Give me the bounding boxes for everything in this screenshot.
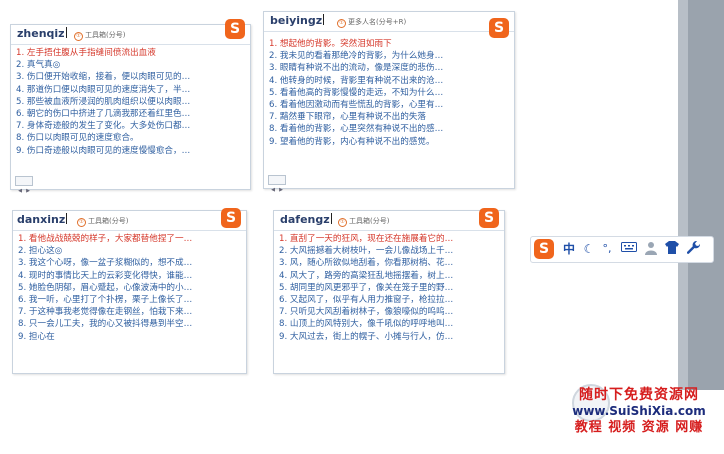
candidate-item[interactable]: 9. 大风过去，街上的幌子、小摊与行人，仿… [279,331,504,343]
user-icon[interactable] [643,241,659,257]
candidate-item[interactable]: 1. 看他战战兢兢的样子，大家都替他捏了一… [18,233,246,245]
page-arrows[interactable]: ◀ ▶ [15,176,33,194]
ime-candidate-window-1: zhenqiz ① 工具箱(分号) S 1. 左手捂住腹从手指缝间偾流出血液 2.… [10,19,251,194]
toolbox-hint[interactable]: ① 工具箱(分号) [338,216,389,227]
watermark-title: 随时下免费资源网 [579,387,699,403]
next-page-icon[interactable]: ▶ [277,186,285,194]
pinyin-input[interactable]: dafengz [280,213,332,226]
candidate-item[interactable]: 7. 黯然垂下眼帘，心里有种说不出的失落 [269,111,514,123]
more-names-hint[interactable]: ① 更多人名(分号+R) [337,17,406,28]
candidate-item[interactable]: 9. 伤口奇迹般以肉眼可见的速度慢慢愈合，… [16,145,250,157]
pinyin-input[interactable]: zhenqiz [17,27,67,40]
ime-composition-bar: zhenqiz ① 工具箱(分号) S [11,19,250,45]
candidate-item[interactable]: 3. 眼睛有种说不出的流动，像是深度的悲伤… [269,62,514,74]
candidate-item[interactable]: 2. 真气真◎ [16,59,250,71]
candidate-item[interactable]: 8. 伤口以肉眼可见的速度愈合。 [16,132,250,144]
prev-page-icon[interactable]: ◀ [269,186,277,194]
candidate-list: 1. 直刮了一天的狂风，现在还在施展着它的… 2. 大风摇撼着大树枝叶，一会儿像… [274,231,504,343]
sogou-logo-icon: S [225,19,245,39]
candidate-item[interactable]: 5. 胡同里的风更邪乎了，像关在笼子里的野… [279,282,504,294]
candidate-item[interactable]: 8. 只一会儿工夫，我的心又被抖得悬到半空… [18,318,246,330]
ime-candidate-window-3: danxinz ① 工具箱(分号) S 1. 看他战战兢兢的样子，大家都替他捏了一… [12,208,247,374]
candidate-item[interactable]: 5. 她脸色阴郁，眉心蹙起，心像波涛中的小… [18,282,246,294]
candidate-list: 1. 想起他的背影。突然泪如雨下 2. 我未见的看着那绝冷的背影，为什么她身… … [264,32,514,148]
candidate-list: 1. 看他战战兢兢的样子，大家都替他捏了一… 2. 担心这◎ 3. 我这个心呀，… [13,231,246,343]
ime-status-toolbar: S 中 ☾ °, [530,236,714,263]
keyboard-icon[interactable] [619,241,639,257]
page-arrows[interactable]: ◀ ▶ [268,175,286,193]
candidate-item[interactable]: 2. 担心这◎ [18,245,246,257]
sogou-logo-icon: S [479,208,499,228]
candidate-item[interactable]: 5. 看着他高的背影慢慢的走远，不知为什么… [269,87,514,99]
chinese-mode-toggle[interactable]: 中 [561,241,577,257]
candidate-list: 1. 左手捂住腹从手指缝间偾流出血液 2. 真气真◎ 3. 伤口便开始收缩，接着… [11,45,250,157]
candidate-item[interactable]: 8. 山顶上的风特别大，像千吼似的呼呼地叫… [279,318,504,330]
punctuation-icon[interactable]: °, [599,241,615,257]
candidate-item[interactable]: 2. 大风摇撼着大树枝叶，一会儿像战场上千… [279,245,504,257]
ime-candidate-window-2: beiyingz ① 更多人名(分号+R) S 1. 想起他的背影。突然泪如雨下 … [263,11,515,193]
shirt-icon[interactable] [663,241,681,257]
candidate-item[interactable]: 1. 直刮了一天的狂风，现在还在施展着它的… [279,233,504,245]
candidate-item[interactable]: 7. 只听见大风刮着树林子，像狼嚎似的呜呜… [279,306,504,318]
candidate-item[interactable]: 7. 身体奇迹般的发生了变化。大多处伤口都… [16,120,250,132]
watermark-tagline: 教程 视频 资源 网赚 [574,420,704,435]
candidate-item[interactable]: 6. 又起风了，似乎有人用力推窗子，枪拉拉… [279,294,504,306]
sogou-logo-icon[interactable]: S [534,239,554,259]
toolbox-hint[interactable]: ① 工具箱(分号) [77,216,128,227]
candidate-item[interactable]: 1. 左手捂住腹从手指缝间偾流出血液 [16,47,250,59]
candidate-item[interactable]: 4. 风大了，路旁的高梁狂乱地摇摆着，树上… [279,270,504,282]
candidate-item[interactable]: 4. 现时的事情比天上的云彩变化得快，谁能… [18,270,246,282]
next-page-icon[interactable]: ▶ [24,187,32,195]
ime-composition-bar: dafengz ① 工具箱(分号) S [274,208,504,231]
sogou-logo-icon: S [489,18,509,38]
moon-icon[interactable]: ☾ [581,241,597,257]
candidate-item[interactable]: 4. 他转身的时候，背影里有种说不出来的沧… [269,75,514,87]
ime-composition-bar: beiyingz ① 更多人名(分号+R) S [264,12,514,38]
ime-composition-bar: danxinz ① 工具箱(分号) S [13,208,246,231]
wrench-icon[interactable] [685,240,703,257]
candidate-item[interactable]: 3. 我这个心呀，像一盆子浆糊似的，想不成… [18,257,246,269]
candidate-item[interactable]: 3. 风，随心所欲似地刮着，你看那树梢、花… [279,257,504,269]
candidate-item[interactable]: 8. 看着他的背影，心里突然有种说不出的感… [269,123,514,135]
prev-page-icon[interactable]: ◀ [16,187,24,195]
sogou-logo-icon: S [221,208,241,228]
candidate-item[interactable]: 2. 我未见的看着那绝冷的背影，为什么她身… [269,50,514,62]
background-panel [678,0,724,390]
pinyin-input[interactable]: danxinz [17,213,68,226]
candidate-item[interactable]: 9. 担心在 [18,331,246,343]
candidate-item[interactable]: 1. 想起他的背影。突然泪如雨下 [269,38,514,50]
pinyin-input[interactable]: beiyingz [270,14,325,27]
watermark-url: www.SuiShiXia.com [572,404,706,418]
candidate-item[interactable]: 9. 望着他的背影，内心有种说不出的感觉。 [269,136,514,148]
ime-candidate-window-4: dafengz ① 工具箱(分号) S 1. 直刮了一天的狂风，现在还在施展着它的… [273,208,505,374]
candidate-item[interactable]: 4. 那道伤口便以肉眼可见的速度消失了，半… [16,84,250,96]
candidate-item[interactable]: 3. 伤口便开始收缩，接着，便以肉眼可见的… [16,71,250,83]
candidate-item[interactable]: 7. 于这种事我老觉得像在走钢丝，怕栽下来… [18,306,246,318]
candidate-item[interactable]: 5. 那些被血液所浸润的肌肉组织以便以肉眼… [16,96,250,108]
candidate-item[interactable]: 6. 朝它的伤口中挤进了几滴我那还着红里色… [16,108,250,120]
candidate-item[interactable]: 6. 看着他因激动而有些慌乱的背影，心里有… [269,99,514,111]
candidate-item[interactable]: 6. 我一听，心里打了个扑楞，栗子上像长了… [18,294,246,306]
site-watermark: 随时下免费资源网 www.SuiShiXia.com 教程 视频 资源 网赚 [556,386,722,437]
toolbox-hint[interactable]: ① 工具箱(分号) [74,30,125,41]
